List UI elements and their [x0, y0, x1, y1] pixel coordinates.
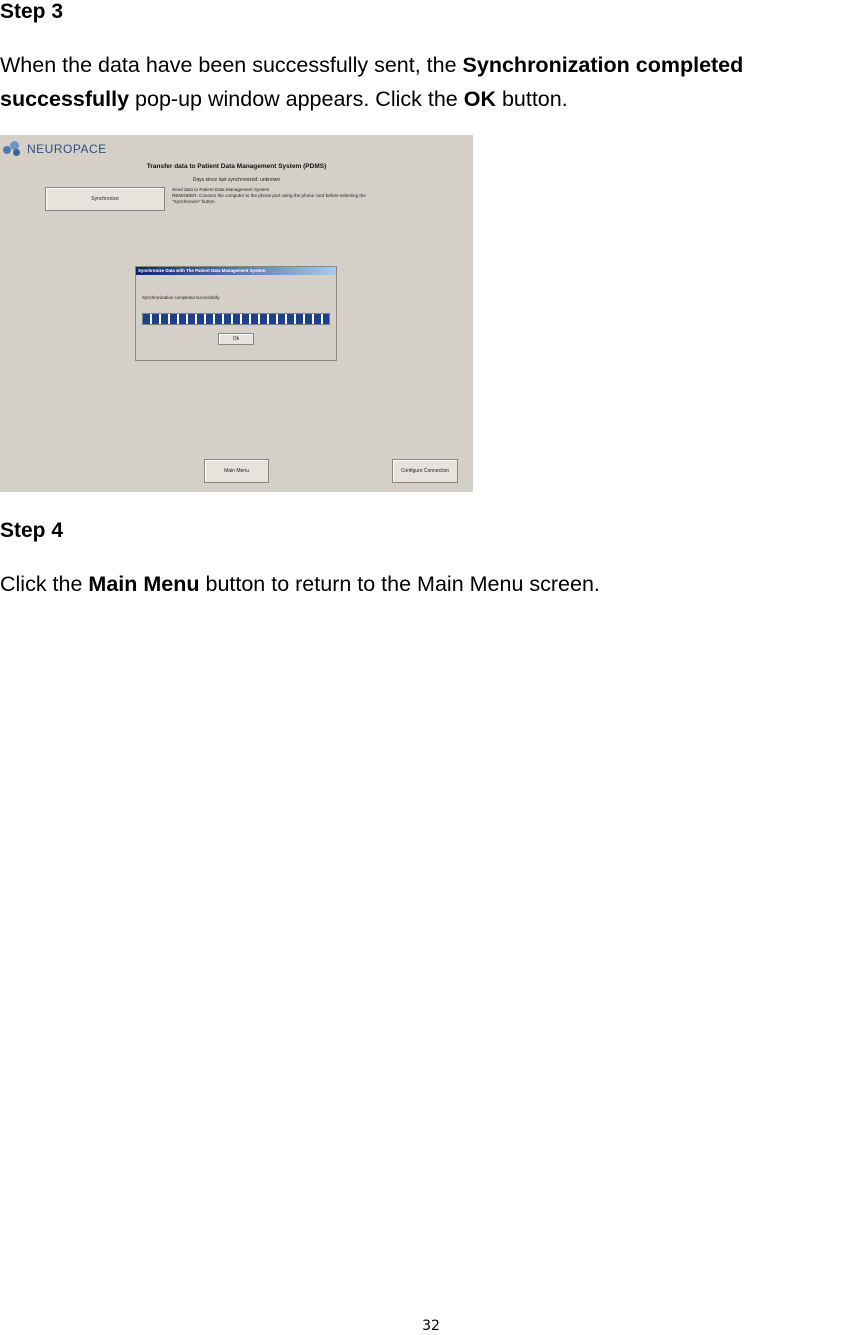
neuropace-logo: NEUROPACE	[3, 141, 107, 157]
neuropace-logo-icon	[3, 141, 23, 157]
step4-heading: Step 4	[0, 519, 64, 542]
logo-text: NEUROPACE	[27, 142, 107, 156]
sync-complete-dialog: Synchronize Data with The Patient Data M…	[135, 266, 337, 361]
reminder-text: Send data to Patient Data Management Sys…	[172, 187, 366, 204]
synchronization-screenshot: NEUROPACE Transfer data to Patient Data …	[0, 135, 473, 492]
synchronize-button[interactable]: Synchronize	[45, 187, 165, 211]
step3-instruction: When the data have been successfully sen…	[0, 53, 744, 111]
sync-progress-bar	[142, 313, 330, 325]
step3-heading: Step 3	[0, 0, 64, 23]
dialog-titlebar: Synchronize Data with The Patient Data M…	[136, 267, 336, 275]
configure-connection-button[interactable]: Configure Connection	[392, 459, 458, 483]
progress-fill	[143, 314, 329, 324]
screen-title: Transfer data to Patient Data Management…	[146, 163, 327, 170]
ok-button[interactable]: Ok	[218, 333, 254, 345]
main-menu-button[interactable]: Main Menu	[204, 459, 269, 483]
page-number: 32	[422, 1318, 440, 1334]
days-since-sync: Days since last synchronized: unknown	[192, 177, 281, 183]
step4-instruction: Click the Main Menu button to return to …	[0, 572, 600, 596]
dialog-message: Synchronization completed successfully	[142, 295, 220, 300]
